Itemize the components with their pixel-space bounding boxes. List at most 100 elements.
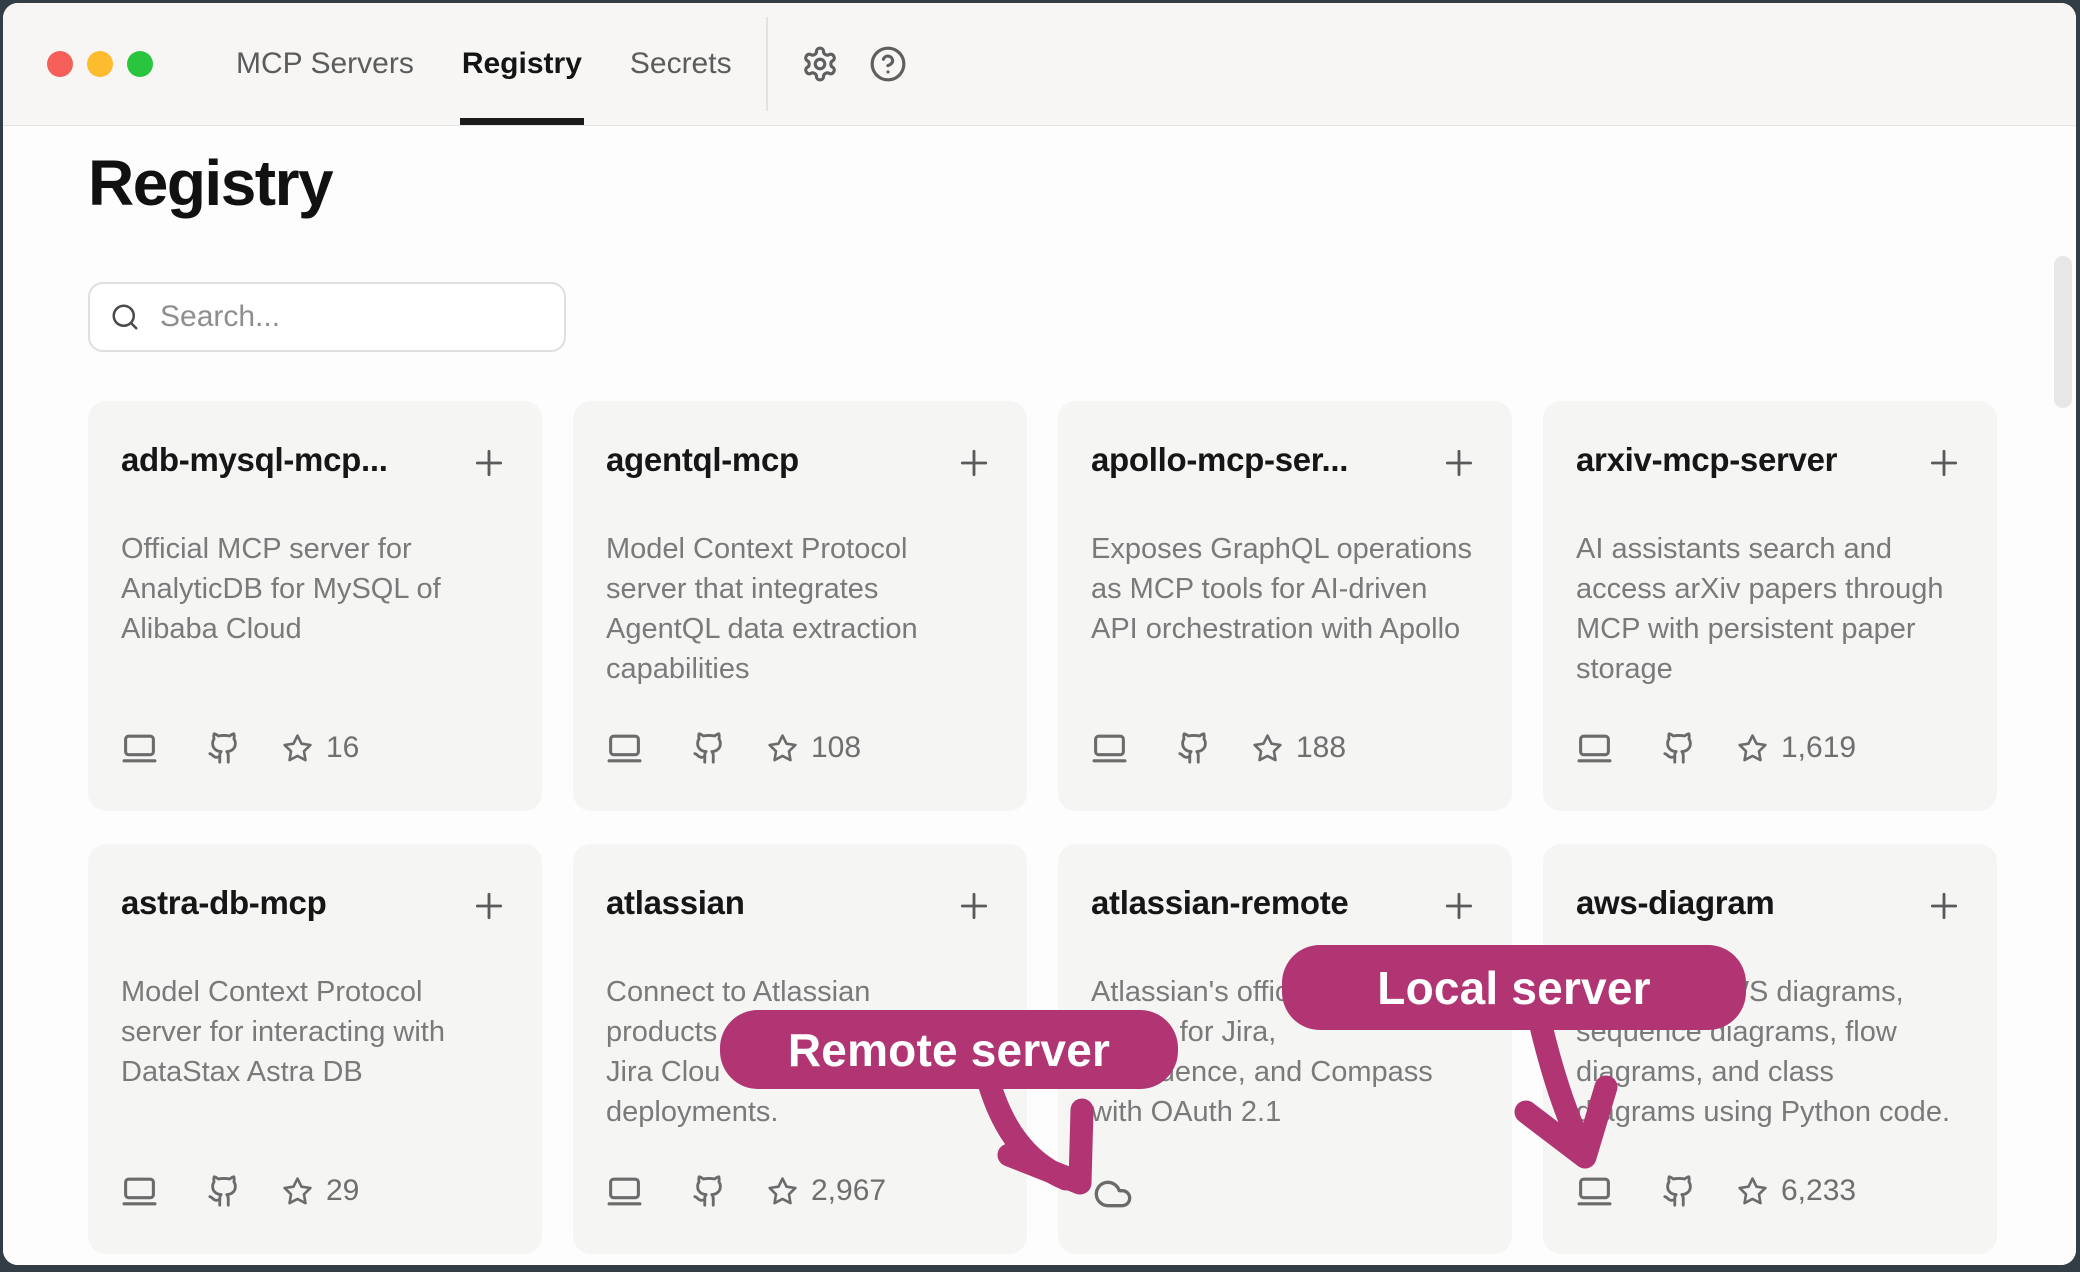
plus-icon (954, 443, 994, 483)
server-name: astra-db-mcp (121, 884, 326, 922)
server-card-astra-db-mcp[interactable]: astra-db-mcp Model Context Protocolserve… (88, 844, 542, 1254)
laptop-icon (1576, 730, 1613, 767)
close-window-button[interactable] (47, 51, 73, 77)
add-server-button[interactable] (1439, 443, 1479, 483)
description-line: Model Context Protocol (606, 529, 994, 569)
github-icon (692, 1174, 726, 1208)
laptop-icon (1091, 730, 1128, 767)
star-icon (767, 1176, 798, 1207)
description-line: sequence diagrams, flow (1576, 1012, 1964, 1052)
help-icon (869, 45, 907, 83)
tab-mcp-servers[interactable]: MCP Servers (236, 3, 414, 125)
cloud-icon (1091, 1174, 1135, 1214)
description-line: DataStax Astra DB (121, 1052, 509, 1092)
plus-icon (469, 443, 509, 483)
server-card-footer: 2,967 (606, 1172, 994, 1210)
laptop-icon (121, 1173, 158, 1210)
github-icon (207, 731, 241, 765)
plus-icon (1439, 886, 1479, 926)
main-tabs: MCP Servers Registry Secrets (236, 3, 732, 125)
star-count: 108 (811, 731, 861, 765)
search-icon (110, 302, 140, 332)
plus-icon (469, 886, 509, 926)
star-icon (1737, 733, 1768, 764)
plus-icon (954, 886, 994, 926)
server-description: Model Context Protocolserver for interac… (121, 972, 509, 1092)
github-icon[interactable] (207, 1174, 241, 1208)
star-count: 16 (326, 731, 359, 765)
github-icon (1662, 731, 1696, 765)
github-icon (692, 731, 726, 765)
description-line: Atlassian's official MCP (1091, 972, 1479, 1012)
description-line: server that integrates (606, 569, 994, 609)
description-line: Exposes GraphQL operations (1091, 529, 1479, 569)
server-card-apollo-mcp-ser[interactable]: apollo-mcp-ser... Exposes GraphQL operat… (1058, 401, 1512, 811)
description-line: deployments. (606, 1092, 994, 1132)
github-icon[interactable] (207, 731, 241, 765)
laptop-icon (606, 730, 643, 767)
github-icon[interactable] (692, 731, 726, 765)
github-icon[interactable] (1662, 731, 1696, 765)
github-icon[interactable] (1177, 731, 1211, 765)
search-input[interactable] (158, 299, 544, 335)
server-card-agentql-mcp[interactable]: agentql-mcp Model Context Protocolserver… (573, 401, 1027, 811)
server-card-footer: 16 (121, 729, 509, 767)
server-card-footer: 6,233 (1576, 1172, 1964, 1210)
server-description: AI assistants search andaccess arXiv pap… (1576, 529, 1964, 689)
description-line: server for interacting with (121, 1012, 509, 1052)
server-card-footer: 188 (1091, 729, 1479, 767)
server-description: Generate AWS diagrams,sequence diagrams,… (1576, 972, 1964, 1132)
github-icon[interactable] (1662, 1174, 1696, 1208)
description-line: API orchestration with Apollo (1091, 609, 1479, 649)
app-window: MCP Servers Registry Secrets Registry adb-… (3, 3, 2076, 1265)
search-box[interactable] (88, 282, 566, 352)
laptop-icon (1576, 730, 1613, 767)
laptop-icon (1091, 730, 1128, 767)
description-line: server for Jira, (1091, 1012, 1479, 1052)
plus-icon (1924, 443, 1964, 483)
star-icon (1737, 1176, 1768, 1207)
star-count: 1,619 (1781, 731, 1856, 765)
help-button[interactable] (869, 45, 907, 83)
star-icon (282, 733, 313, 764)
description-line: Connect to Atlassian (606, 972, 994, 1012)
server-card-adb-mysql-mcp[interactable]: adb-mysql-mcp... Official MCP server for… (88, 401, 542, 811)
github-icon (207, 1174, 241, 1208)
laptop-icon (121, 730, 158, 767)
description-line: storage (1576, 649, 1964, 689)
server-card-atlassian-remote[interactable]: atlassian-remote Atlassian's official MC… (1058, 844, 1512, 1254)
server-name: adb-mysql-mcp... (121, 441, 388, 479)
tab-secrets[interactable]: Secrets (630, 3, 732, 125)
github-icon[interactable] (692, 1174, 726, 1208)
plus-icon (1439, 443, 1479, 483)
star-icon (282, 1176, 313, 1207)
description-line: access arXiv papers through (1576, 569, 1964, 609)
scrollbar-thumb[interactable] (2054, 256, 2072, 408)
laptop-icon (1576, 1173, 1613, 1210)
add-server-button[interactable] (954, 443, 994, 483)
server-card-footer: 108 (606, 729, 994, 767)
star-icon (1252, 733, 1283, 764)
add-server-button[interactable] (1924, 886, 1964, 926)
server-card-grid: adb-mysql-mcp... Official MCP server for… (88, 401, 1997, 1254)
add-server-button[interactable] (469, 443, 509, 483)
settings-button[interactable] (801, 45, 839, 83)
server-card-arxiv-mcp-server[interactable]: arxiv-mcp-server AI assistants search an… (1543, 401, 1997, 811)
description-line: Generate AWS diagrams, (1576, 972, 1964, 1012)
server-card-footer (1091, 1172, 1479, 1210)
star-count: 188 (1296, 731, 1346, 765)
add-server-button[interactable] (1924, 443, 1964, 483)
add-server-button[interactable] (954, 886, 994, 926)
tab-registry[interactable]: Registry (462, 3, 582, 125)
description-line: diagrams, and class (1576, 1052, 1964, 1092)
server-card-footer: 29 (121, 1172, 509, 1210)
zoom-window-button[interactable] (127, 51, 153, 77)
server-card-aws-diagram[interactable]: aws-diagram Generate AWS diagrams,sequen… (1543, 844, 1997, 1254)
minimize-window-button[interactable] (87, 51, 113, 77)
add-server-button[interactable] (469, 886, 509, 926)
star-icon (767, 733, 798, 764)
add-server-button[interactable] (1439, 886, 1479, 926)
server-card-atlassian[interactable]: atlassian Connect to AtlassianproductsJi… (573, 844, 1027, 1254)
laptop-icon (606, 1173, 643, 1210)
cloud-icon (1091, 1174, 1135, 1214)
